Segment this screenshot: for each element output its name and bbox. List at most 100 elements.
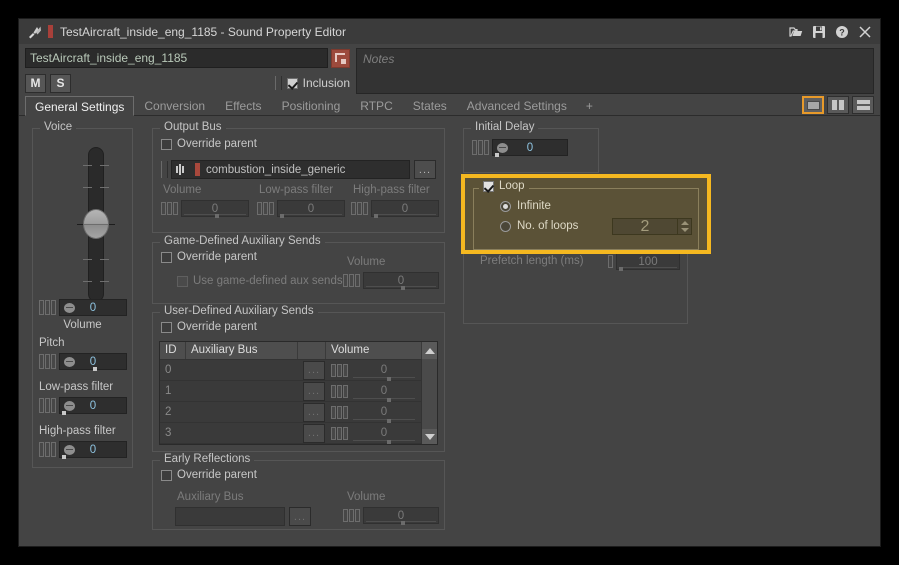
spinner-up-icon <box>680 221 689 225</box>
output-highpass-field: 0 <box>351 200 439 218</box>
row-browse-button[interactable]: ... <box>303 423 325 443</box>
view-split-horizontal[interactable] <box>852 96 874 114</box>
column-header-auxiliary-bus[interactable]: Auxiliary Bus <box>186 342 298 359</box>
mute-button[interactable]: M <box>25 73 46 93</box>
close-icon[interactable] <box>855 22 874 41</box>
solo-button[interactable]: S <box>50 73 71 93</box>
table-row[interactable]: 3 ... 0 <box>160 423 437 444</box>
output-highpass-label: High-pass filter <box>353 184 430 196</box>
save-icon[interactable] <box>809 22 828 41</box>
dial-knob-icon <box>64 445 75 455</box>
early-reflections-group: Early Reflections Override parent Auxili… <box>152 453 445 530</box>
window-title: TestAircraft_inside_eng_1185 - Sound Pro… <box>60 24 346 39</box>
screenshot-root: TestAircraft_inside_eng_1185 - Sound Pro… <box>0 0 899 565</box>
game-aux-override-checkbox[interactable]: Override parent <box>161 251 257 263</box>
tab-positioning[interactable]: Positioning <box>272 95 351 115</box>
scroll-up-button[interactable] <box>422 342 437 359</box>
view-split-vertical[interactable] <box>827 96 849 114</box>
row-browse-button[interactable]: ... <box>303 360 325 380</box>
lowpass-field[interactable]: 0 <box>39 397 127 415</box>
object-header: TestAircraft_inside_eng_1185 M S Inclusi… <box>19 44 880 94</box>
voice-legend: Voice <box>40 121 77 133</box>
notes-field[interactable]: Notes <box>356 48 874 94</box>
checkbox-box <box>161 469 172 481</box>
rtpc-indicator-icon <box>39 398 56 413</box>
view-single-pane[interactable] <box>802 96 824 114</box>
initial-delay-group: Initial Delay 0 <box>463 121 599 173</box>
rtpc-indicator-icon <box>39 300 56 315</box>
inclusion-checkbox[interactable]: Inclusion <box>286 76 350 90</box>
override-parent-label: Override parent <box>177 251 257 263</box>
voice-volume-field[interactable]: 0 <box>39 299 127 316</box>
object-link-icon[interactable] <box>331 48 350 68</box>
aux-bus-table: ID Auxiliary Bus Volume 0 ... 0 1 ... 0 … <box>159 341 438 445</box>
lowpass-value: 0 <box>89 399 97 412</box>
rtpc-indicator-icon <box>351 202 368 215</box>
rtpc-indicator-icon <box>331 363 348 377</box>
open-folder-icon[interactable] <box>786 22 805 41</box>
voice-volume-slider[interactable] <box>77 147 115 302</box>
table-row[interactable]: 2 ... 0 <box>160 402 437 423</box>
row-id: 1 <box>165 385 172 397</box>
no-of-loops-label: No. of loops <box>517 220 579 232</box>
highpass-label: High-pass filter <box>39 425 116 437</box>
output-bus-field[interactable]: combustion_inside_generic <box>171 160 410 179</box>
user-aux-override-checkbox[interactable]: Override parent <box>161 321 257 333</box>
row-id: 3 <box>165 427 172 439</box>
checkbox-box <box>483 180 494 192</box>
output-highpass-value: 0 <box>401 202 409 215</box>
early-reflections-override-checkbox[interactable]: Override parent <box>161 469 257 481</box>
table-row[interactable]: 0 ... 0 <box>160 360 437 381</box>
use-game-aux-label: Use game-defined aux sends <box>193 275 343 287</box>
rtpc-indicator-icon <box>331 426 348 440</box>
er-aux-bus-label: Auxiliary Bus <box>177 491 244 503</box>
rtpc-indicator-icon <box>331 405 348 419</box>
output-bus-browse-button[interactable]: ... <box>414 160 436 179</box>
column-header-volume[interactable]: Volume <box>326 342 422 359</box>
table-scrollbar[interactable] <box>421 359 437 444</box>
scroll-down-button[interactable] <box>422 429 437 444</box>
output-bus-legend: Output Bus <box>160 121 226 133</box>
tab-add-button[interactable]: + <box>577 95 602 115</box>
tab-states[interactable]: States <box>403 95 457 115</box>
tab-conversion[interactable]: Conversion <box>134 95 215 115</box>
game-aux-volume-label: Volume <box>347 256 386 268</box>
output-bus-override-checkbox[interactable]: Override parent <box>161 138 257 150</box>
object-name-input[interactable]: TestAircraft_inside_eng_1185 <box>25 48 328 68</box>
loop-no-of-loops-radio[interactable]: No. of loops <box>500 220 578 232</box>
inclusion-label: Inclusion <box>302 76 350 90</box>
rtpc-indicator-icon <box>39 354 56 369</box>
loop-legend: Loop <box>499 180 525 192</box>
table-row[interactable]: 1 ... 0 <box>160 381 437 402</box>
output-bus-group: Output Bus Override parent combustion_in… <box>152 121 445 233</box>
output-lowpass-field: 0 <box>257 200 345 218</box>
help-icon[interactable]: ? <box>832 22 851 41</box>
loop-infinite-radio[interactable]: Infinite <box>500 200 551 212</box>
row-volume: 0 <box>380 364 388 376</box>
loop-group: Loop Infinite No. of loops 2 <box>473 180 699 250</box>
column-header-id[interactable]: ID <box>160 342 186 359</box>
tab-advanced-settings[interactable]: Advanced Settings <box>457 95 577 115</box>
svg-text:?: ? <box>839 27 845 37</box>
checkbox-box <box>177 275 188 287</box>
output-volume-value: 0 <box>211 202 219 215</box>
rtpc-indicator-icon <box>331 384 348 398</box>
tab-general-settings[interactable]: General Settings <box>25 96 135 116</box>
er-volume-value: 0 <box>397 509 405 522</box>
initial-delay-field[interactable]: 0 <box>472 139 568 157</box>
pitch-field[interactable]: 0 <box>39 353 127 371</box>
highpass-field[interactable]: 0 <box>39 441 127 459</box>
loop-checkbox[interactable]: Loop <box>479 180 529 192</box>
infinite-label: Infinite <box>517 200 551 212</box>
slider-thumb[interactable] <box>83 209 109 239</box>
row-volume: 0 <box>380 427 388 439</box>
radio-button <box>500 200 511 212</box>
tab-effects[interactable]: Effects <box>215 95 271 115</box>
row-browse-button[interactable]: ... <box>303 402 325 422</box>
voice-volume-label: Volume <box>63 319 102 331</box>
row-id: 2 <box>165 406 172 418</box>
row-browse-button[interactable]: ... <box>303 381 325 401</box>
tab-rtpc[interactable]: RTPC <box>350 95 402 115</box>
bus-icon <box>176 164 190 175</box>
rtpc-indicator-icon <box>161 202 178 215</box>
